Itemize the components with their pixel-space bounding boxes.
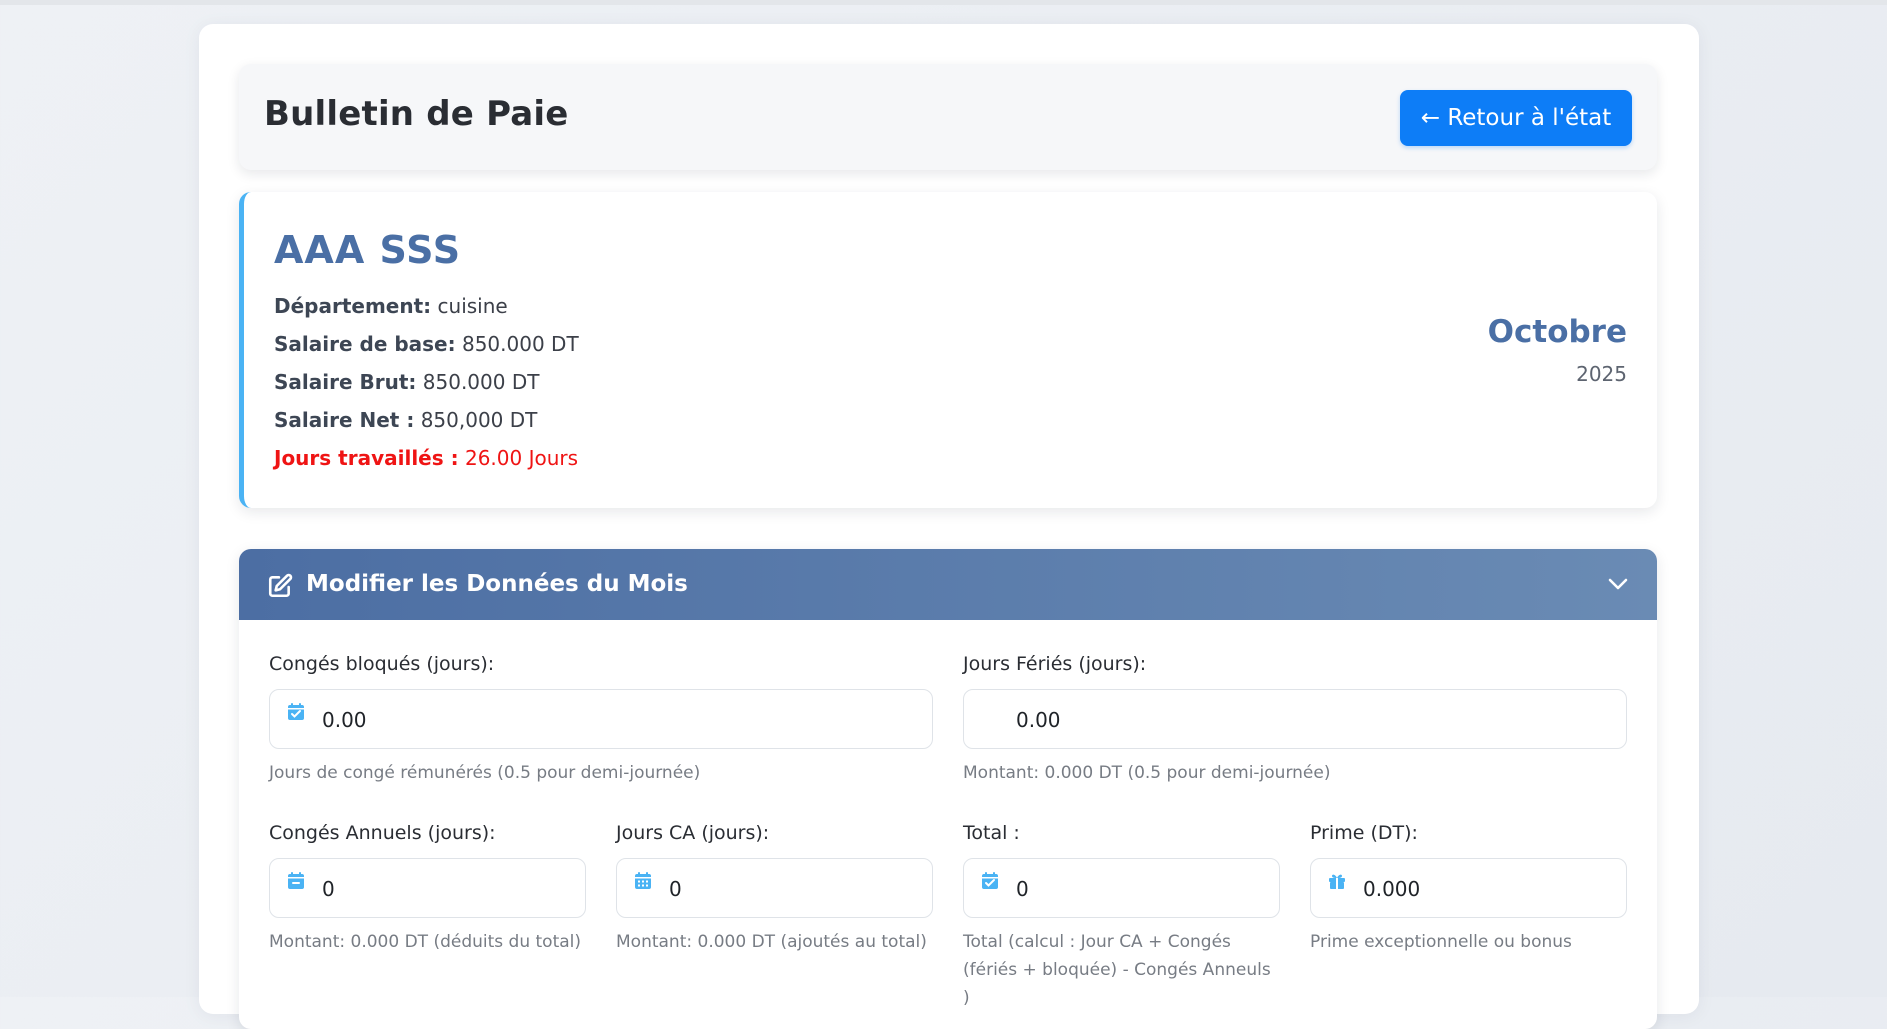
gift-icon: [1329, 874, 1345, 889]
total-help: Total (calcul : Jour CA + Congés (fériés…: [963, 928, 1271, 1012]
page-header: Bulletin de Paie ← Retour à l'état: [239, 64, 1657, 170]
calendar-check-icon: [288, 703, 304, 720]
edit-section-toggle[interactable]: Modifier les Données du Mois: [239, 549, 1657, 620]
pay-month: Octobre: [1487, 314, 1627, 350]
days-worked-label: Jours travaillés :: [274, 446, 459, 470]
conges-bloques-label: Congés bloqués (jours):: [269, 653, 495, 675]
jours-feries-label: Jours Fériés (jours):: [963, 653, 1147, 675]
net-salary-value: 850,000 DT: [420, 408, 538, 432]
gross-salary-row: Salaire Brut: 850.000 DT: [274, 370, 539, 394]
gross-salary-value: 850.000 DT: [422, 370, 540, 394]
total-label: Total :: [963, 822, 1020, 844]
edit-month-data-section: Modifier les Données du Mois Congés bloq…: [239, 549, 1657, 1029]
gross-salary-label: Salaire Brut:: [274, 370, 417, 394]
employee-card: AAA SSS Département: cuisine Salaire de …: [239, 192, 1657, 508]
conges-annuels-help: Montant: 0.000 DT (déduits du total): [269, 932, 582, 952]
base-salary-label: Salaire de base:: [274, 332, 456, 356]
calendar-minus-icon: [288, 872, 304, 889]
employee-name: AAA SSS: [274, 228, 462, 272]
back-to-state-button[interactable]: ← Retour à l'état: [1400, 90, 1632, 146]
conges-bloques-help: Jours de congé rémunérés (0.5 pour demi-…: [269, 763, 701, 783]
calendar-check-icon: [982, 872, 998, 889]
jours-feries-input[interactable]: [1014, 690, 1620, 750]
payslip-container: Bulletin de Paie ← Retour à l'état AAA S…: [199, 24, 1699, 1029]
prime-field: [1310, 858, 1627, 919]
net-salary-label: Salaire Net :: [274, 408, 415, 432]
prime-label: Prime (DT):: [1310, 822, 1418, 844]
net-salary-row: Salaire Net : 850,000 DT: [274, 408, 537, 432]
total-help-line-3: ): [963, 988, 970, 1008]
top-strip: [0, 0, 1887, 5]
jours-ca-help: Montant: 0.000 DT (ajoutés au total): [616, 932, 927, 952]
department-row: Département: cuisine: [274, 294, 508, 318]
prime-input[interactable]: [1361, 859, 1620, 919]
total-help-line-2: (fériés + bloquée) - Congés Anneuls: [963, 960, 1271, 980]
edit-icon: [268, 573, 293, 598]
total-field: [963, 858, 1280, 919]
total-input[interactable]: [1014, 859, 1273, 919]
department-label: Département:: [274, 294, 432, 318]
department-value: cuisine: [437, 294, 508, 318]
base-salary-value: 850.000 DT: [461, 332, 579, 356]
conges-bloques-field: [269, 689, 933, 750]
conges-annuels-field: [269, 858, 586, 919]
days-worked-row: Jours travaillés : 26.00 Jours: [274, 446, 578, 470]
conges-annuels-input[interactable]: [320, 859, 579, 919]
prime-help: Prime exceptionnelle ou bonus: [1310, 932, 1572, 952]
calendar-days-icon: [635, 872, 651, 889]
pay-year: 2025: [1576, 362, 1627, 386]
jours-ca-input[interactable]: [667, 859, 926, 919]
jours-feries-help: Montant: 0.000 DT (0.5 pour demi-journée…: [963, 763, 1331, 783]
conges-annuels-label: Congés Annuels (jours):: [269, 822, 496, 844]
total-help-line-1: Total (calcul : Jour CA + Congés: [963, 932, 1231, 952]
edit-section-title: Modifier les Données du Mois: [306, 571, 688, 597]
page-title: Bulletin de Paie: [264, 94, 569, 134]
jours-feries-field: [963, 689, 1627, 750]
days-worked-value: 26.00 Jours: [464, 446, 579, 470]
conges-bloques-input[interactable]: [320, 690, 926, 750]
chevron-down-icon: [1608, 578, 1628, 590]
jours-ca-field: [616, 858, 933, 919]
base-salary-row: Salaire de base: 850.000 DT: [274, 332, 579, 356]
jours-ca-label: Jours CA (jours):: [616, 822, 770, 844]
